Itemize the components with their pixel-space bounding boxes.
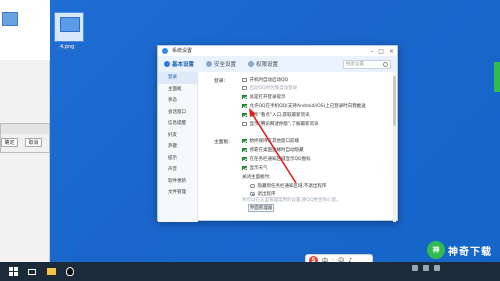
start-button[interactable]	[7, 266, 19, 278]
ui-manager-button[interactable]: 界面管理器	[248, 204, 274, 212]
cancel-button[interactable]: 取消	[25, 138, 42, 147]
login-section-label: 登录:	[214, 79, 226, 84]
tab-label: 权限设置	[256, 62, 279, 68]
panel-option[interactable]: 停靠在桌面边缘时自动隐藏	[242, 147, 304, 153]
radio-button[interactable]	[250, 191, 255, 197]
note-text: 你可以在这里管理常用的设置,使QQ更合你心意。	[242, 198, 341, 203]
qq-taskbar-icon[interactable]	[64, 266, 76, 278]
checkbox[interactable]	[242, 112, 247, 118]
login-option[interactable]: 总是打开登录提示	[242, 94, 286, 100]
option-label: 开机时自动启动QQ	[249, 78, 289, 83]
sidebar-item-tips[interactable]: 提示	[158, 153, 197, 165]
tab-label: 安全设置	[214, 62, 237, 68]
panel-option[interactable]: 始终保持在其他窗口前端	[242, 138, 299, 144]
scrollbar-thumb[interactable]	[393, 76, 396, 126]
option-label: 总是打开登录提示	[249, 95, 286, 100]
login-option-kandian[interactable]: 显示“看点”入口,获取最新资讯	[242, 112, 310, 118]
thumbnail-area	[0, 0, 50, 60]
ok-button[interactable]: 确定	[1, 138, 18, 147]
sidebar-item-notification[interactable]: 信息提醒	[158, 118, 197, 130]
option-label: 显示天气	[249, 166, 268, 171]
login-option[interactable]: 启动QQ时为我自动登录	[242, 85, 297, 91]
tray-icon[interactable]	[423, 265, 429, 271]
sidebar-item-login[interactable]: 登录	[158, 72, 197, 84]
task-view-icon[interactable]	[26, 266, 38, 278]
option-label: 始终保持在其他窗口前端	[249, 139, 300, 144]
login-option[interactable]: 允许QQ在手机QQ(支持Android/iOS)上已登录时向我推送	[242, 103, 366, 109]
close-label-text: 关闭主面板时:	[242, 175, 271, 180]
sidebar-item-files[interactable]: 文件管理	[158, 187, 197, 199]
window-titlebar: 系统设置 – □ ×	[158, 46, 397, 56]
tab-security[interactable]: 安全设置	[206, 60, 236, 68]
settings-window: 系统设置 – □ × 基本设置 安全设置 权限设置 搜索设置 登录 主面板 状态…	[157, 45, 398, 222]
panel-option[interactable]: 在任务栏通知区域显示QQ图标	[242, 156, 311, 162]
image-icon	[60, 17, 80, 32]
taskbar	[0, 262, 500, 281]
system-tray	[412, 265, 440, 271]
lock-icon	[248, 61, 255, 67]
settings-content: 登录: 开机时自动启动QQ 启动QQ时为我自动登录 总是打开登录提示 允许QQ在…	[200, 72, 390, 222]
sidebar-item-friends[interactable]: 好友	[158, 130, 197, 142]
tab-label: 基本设置	[172, 62, 195, 68]
tray-icon[interactable]	[412, 265, 418, 271]
checkbox[interactable]	[242, 85, 247, 91]
sidebar-item-hotkeys[interactable]: 热键	[158, 141, 197, 153]
checkbox[interactable]	[242, 156, 247, 162]
tab-permission[interactable]: 权限设置	[248, 60, 278, 68]
checkbox[interactable]	[242, 165, 247, 171]
gear-icon	[164, 61, 170, 67]
search-input[interactable]: 搜索设置	[343, 60, 391, 69]
close-panel-label: 关闭主面板时:	[242, 174, 271, 180]
window-title: 系统设置	[172, 48, 193, 54]
watermark-text: 神奇下载	[448, 246, 492, 258]
login-option[interactable]: 开机时自动启动QQ	[242, 77, 288, 83]
search-placeholder: 搜索设置	[346, 62, 364, 67]
option-label: 在任务栏通知区域显示QQ图标	[249, 157, 311, 162]
qq-logo-icon	[162, 48, 168, 54]
watermark-logo-icon: 神	[427, 241, 445, 259]
panel-option[interactable]: 显示天气	[242, 165, 268, 171]
side-tab[interactable]	[494, 62, 500, 92]
dialog-titlebar	[1, 124, 49, 134]
option-label: 启动QQ时为我自动登录	[249, 86, 298, 91]
close-option-hide[interactable]: 隐藏到任务栏通知区域,不退出程序	[250, 183, 326, 189]
scrollbar[interactable]	[393, 72, 396, 222]
sidebar-item-status[interactable]: 状态	[158, 95, 197, 107]
shield-icon	[206, 61, 213, 67]
file-explorer-icon[interactable]	[45, 266, 57, 278]
checkbox[interactable]	[242, 94, 247, 100]
image-thumbnail-icon[interactable]	[2, 12, 18, 26]
checkbox[interactable]	[242, 77, 247, 83]
sidebar-item-main-panel[interactable]: 主面板	[158, 84, 197, 96]
checkbox[interactable]	[242, 138, 247, 144]
checkbox[interactable]	[242, 121, 247, 127]
option-label: 停靠在桌面边缘时自动隐藏	[249, 148, 304, 153]
radio-button[interactable]	[250, 183, 255, 189]
sidebar-item-chat-window[interactable]: 会话窗口	[158, 107, 197, 119]
option-label: 隐藏到任务栏通知区域,不退出程序	[257, 184, 327, 189]
sidebar-item-update[interactable]: 软件更新	[158, 176, 197, 188]
panel-section-label: 主面板:	[214, 140, 231, 145]
search-icon[interactable]	[383, 62, 388, 67]
sidebar-item-sound[interactable]: 声音	[158, 164, 197, 176]
watermark: 神 神奇下载	[427, 241, 492, 259]
checkbox[interactable]	[242, 103, 247, 109]
selected-file-icon[interactable]	[54, 12, 84, 42]
option-label: 显示“看点”入口,获取最新资讯	[249, 113, 310, 118]
option-label: 允许QQ在手机QQ(支持Android/iOS)上已登录时向我推送	[249, 104, 366, 109]
dialog-fragment: 确定 取消	[0, 123, 50, 153]
tray-icon[interactable]	[434, 265, 440, 271]
login-option[interactable]: 显示“腾讯网迷你版”,了解最新资讯	[242, 121, 319, 127]
tab-basic[interactable]: 基本设置	[164, 60, 194, 68]
windows-icon	[8, 267, 18, 276]
option-label: 显示“腾讯网迷你版”,了解最新资讯	[249, 122, 319, 127]
checkbox[interactable]	[242, 147, 247, 153]
panel-note: 你可以在这里管理常用的设置,使QQ更合你心意。	[242, 197, 341, 203]
file-label[interactable]: 4.png	[58, 44, 77, 50]
settings-sidebar: 登录 主面板 状态 会话窗口 信息提醒 好友 热键 提示 声音 软件更新 文件管…	[158, 72, 198, 222]
